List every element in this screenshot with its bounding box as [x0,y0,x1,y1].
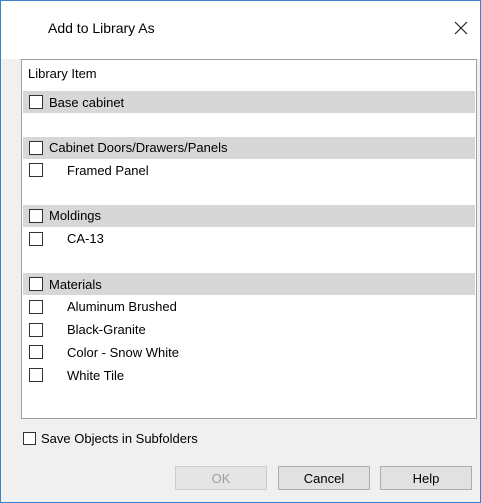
cancel-button[interactable]: Cancel [278,466,370,490]
item-row[interactable]: Aluminum Brushed [23,296,475,318]
row-checkbox[interactable] [29,277,43,291]
close-button[interactable] [444,11,478,45]
close-icon [454,21,468,35]
item-row[interactable]: Framed Panel [23,159,475,181]
library-item-list[interactable]: Library Item Base cabinet Cabinet Doors/D… [21,59,477,419]
category-row[interactable]: Base cabinet [23,91,475,113]
row-label: Materials [49,276,102,292]
title-bar: Add to Library As [1,1,480,59]
row-label: Color - Snow White [67,344,179,360]
row-checkbox[interactable] [29,208,43,223]
row-label: Black-Granite [67,322,146,337]
save-subfolders-checkbox[interactable] [23,432,36,445]
item-row[interactable]: Black-Granite [23,319,475,341]
row-checkbox[interactable] [29,368,43,382]
blank-row [23,182,475,204]
row-checkbox[interactable] [29,140,43,155]
row-label: CA-13 [67,231,104,246]
row-label: Aluminum Brushed [67,299,177,315]
row-checkbox[interactable] [29,299,43,314]
item-row[interactable]: White Tile [23,364,475,386]
ok-button[interactable]: OK [175,466,267,490]
help-button[interactable]: Help [380,466,472,490]
row-checkbox[interactable] [29,345,43,360]
blank-row [23,113,475,136]
row-label: White Tile [67,367,125,383]
save-subfolders-option[interactable]: Save Objects in Subfolders [23,431,198,446]
category-row[interactable]: Cabinet Doors/Drawers/Panels [23,136,475,159]
category-row[interactable]: Materials [23,273,475,295]
item-row[interactable]: CA-13 [23,228,475,250]
save-subfolders-label: Save Objects in Subfolders [41,431,198,446]
row-label: Base cabinet [49,94,125,110]
item-row[interactable]: Color - Snow White [23,341,475,363]
row-checkbox[interactable] [29,231,43,246]
category-row[interactable]: Moldings [23,204,475,227]
dialog-title: Add to Library As [48,20,155,36]
row-label: Framed Panel [67,162,149,178]
row-label: Moldings [49,208,102,224]
row-checkbox[interactable] [29,163,43,178]
row-checkbox[interactable] [29,95,43,109]
blank-row [23,250,475,273]
row-checkbox[interactable] [29,322,43,337]
row-label: Cabinet Doors/Drawers/Panels [49,140,228,155]
list-header: Library Item [28,66,97,81]
add-to-library-dialog: Add to Library As Library Item Base cabi… [0,0,481,503]
